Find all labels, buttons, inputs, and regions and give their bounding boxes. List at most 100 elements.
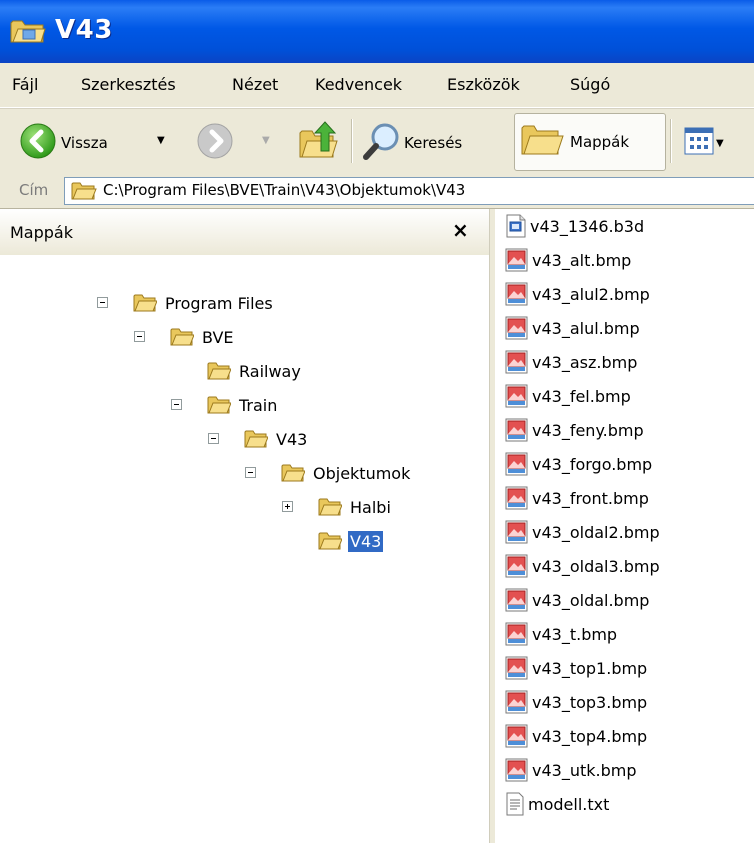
folders-pane-title: Mappák [10,223,73,242]
file-name: v43_1346.b3d [530,216,645,236]
file-name: v43_alul.bmp [532,318,640,338]
file-item[interactable]: v43_oldal2.bmp [505,516,660,548]
bitmap-file-icon [505,418,529,442]
back-arrow-icon [19,122,57,164]
file-item[interactable]: v43_oldal3.bmp [505,550,660,582]
tree-item-label: BVE [202,327,234,347]
bitmap-file-icon [505,690,529,714]
file-name: v43_alt.bmp [532,250,632,270]
collapse-minus-icon[interactable] [171,399,182,410]
folder-icon [71,181,97,205]
collapse-minus-icon[interactable] [245,467,256,478]
tree-item[interactable]: V43 [208,425,309,453]
tree-item[interactable]: Railway [207,357,303,385]
file-item[interactable]: v43_utk.bmp [505,754,637,786]
tree-item[interactable]: Halbi [282,493,393,521]
file-item[interactable]: v43_fel.bmp [505,380,631,412]
title-bar[interactable]: V43 [0,0,754,63]
views-dropdown-arrow-icon[interactable]: ▼ [716,138,724,149]
bitmap-file-icon [505,758,529,782]
folder-icon [244,429,268,449]
forward-dropdown-arrow-icon[interactable]: ▼ [262,135,270,146]
file-item[interactable]: v43_feny.bmp [505,414,644,446]
search-label: Keresés [404,134,463,152]
folder-icon [133,293,157,313]
tree-item[interactable]: BVE [134,323,236,351]
toolbar-separator [351,119,353,163]
tree-item[interactable]: Objektumok [245,459,412,487]
views-button[interactable]: ▼ [684,127,724,159]
search-button[interactable]: Keresés [362,121,462,165]
tree-item[interactable]: Program Files [97,289,275,317]
folder-icon [207,395,231,415]
close-icon[interactable]: × [452,218,469,242]
file-name: v43_alul2.bmp [532,284,650,304]
folders-button[interactable]: Mappák [520,122,629,162]
up-button[interactable] [297,119,341,167]
back-dropdown-arrow-icon[interactable]: ▼ [157,135,165,146]
file-name: v43_oldal3.bmp [532,556,660,576]
file-name: v43_oldal.bmp [532,590,650,610]
view-grid-icon [684,127,714,159]
file-name: v43_top3.bmp [532,692,648,712]
menu-favorites[interactable]: Kedvencek [315,75,402,94]
file-item[interactable]: v43_top1.bmp [505,652,647,684]
tree-item-label: V43 [348,530,384,552]
menu-edit[interactable]: Szerkesztés [81,75,176,94]
file-item[interactable]: v43_alt.bmp [505,244,631,276]
folders-label: Mappák [570,133,630,151]
folder-icon [10,18,46,51]
folders-pane: Mappák × Program Files BVE Railway Train V43… [0,209,496,843]
file-list: v43_1346.b3d v43_alt.bmp v43_alul2.bmp v43_… [495,209,754,843]
file-item[interactable]: v43_asz.bmp [505,346,637,378]
file-item[interactable]: modell.txt [505,788,609,820]
address-label: Cím [19,181,49,199]
file-name: v43_feny.bmp [532,420,644,440]
folder-icon [170,327,194,347]
bitmap-file-icon [505,350,529,374]
file-name: v43_top1.bmp [532,658,648,678]
tree-item-label: Train [239,395,278,415]
collapse-minus-icon[interactable] [208,433,219,444]
address-bar: Cím C:\Program Files\BVE\Train\V43\Objek… [0,173,754,209]
bitmap-file-icon [505,724,529,748]
folder-up-icon [297,119,341,167]
tree-item-label: Program Files [165,293,273,313]
file-item[interactable]: v43_front.bmp [505,482,649,514]
file-item[interactable]: v43_top4.bmp [505,720,647,752]
collapse-minus-icon[interactable] [134,331,145,342]
toolbar-separator [670,119,672,163]
expand-plus-icon[interactable] [282,501,293,512]
file-name: v43_utk.bmp [532,760,637,780]
file-name: v43_oldal2.bmp [532,522,660,542]
file-item[interactable]: v43_alul.bmp [505,312,640,344]
text-file-icon [505,792,525,816]
file-item[interactable]: v43_t.bmp [505,618,617,650]
tree-item[interactable]: V43 [318,527,384,555]
file-item[interactable]: v43_alul2.bmp [505,278,650,310]
collapse-minus-icon[interactable] [97,297,108,308]
file-item[interactable]: v43_oldal.bmp [505,584,649,616]
forward-button[interactable] [196,122,234,164]
file-item[interactable]: v43_top3.bmp [505,686,647,718]
file-name: modell.txt [528,794,610,814]
tree-item[interactable]: Train [171,391,279,419]
bitmap-file-icon [505,486,529,510]
menu-view[interactable]: Nézet [232,75,278,94]
bitmap-file-icon [505,554,529,578]
menu-help[interactable]: Súgó [570,75,610,94]
file-item[interactable]: v43_forgo.bmp [505,448,652,480]
address-input[interactable]: C:\Program Files\BVE\Train\V43\Objektumo… [64,177,754,205]
file-item[interactable]: v43_1346.b3d [505,210,644,242]
menu-file[interactable]: Fájl [12,75,38,94]
back-button[interactable]: Vissza [19,122,108,164]
file-name: v43_forgo.bmp [532,454,653,474]
folder-icon [318,531,342,551]
menu-tools[interactable]: Eszközök [447,75,520,94]
generic-file-icon [505,214,527,238]
bitmap-file-icon [505,622,529,646]
bitmap-file-icon [505,316,529,340]
bitmap-file-icon [505,384,529,408]
toolbar: Vissza ▼ ▼ Keresés Mappák ▼ [0,108,754,174]
forward-arrow-icon [196,122,234,164]
